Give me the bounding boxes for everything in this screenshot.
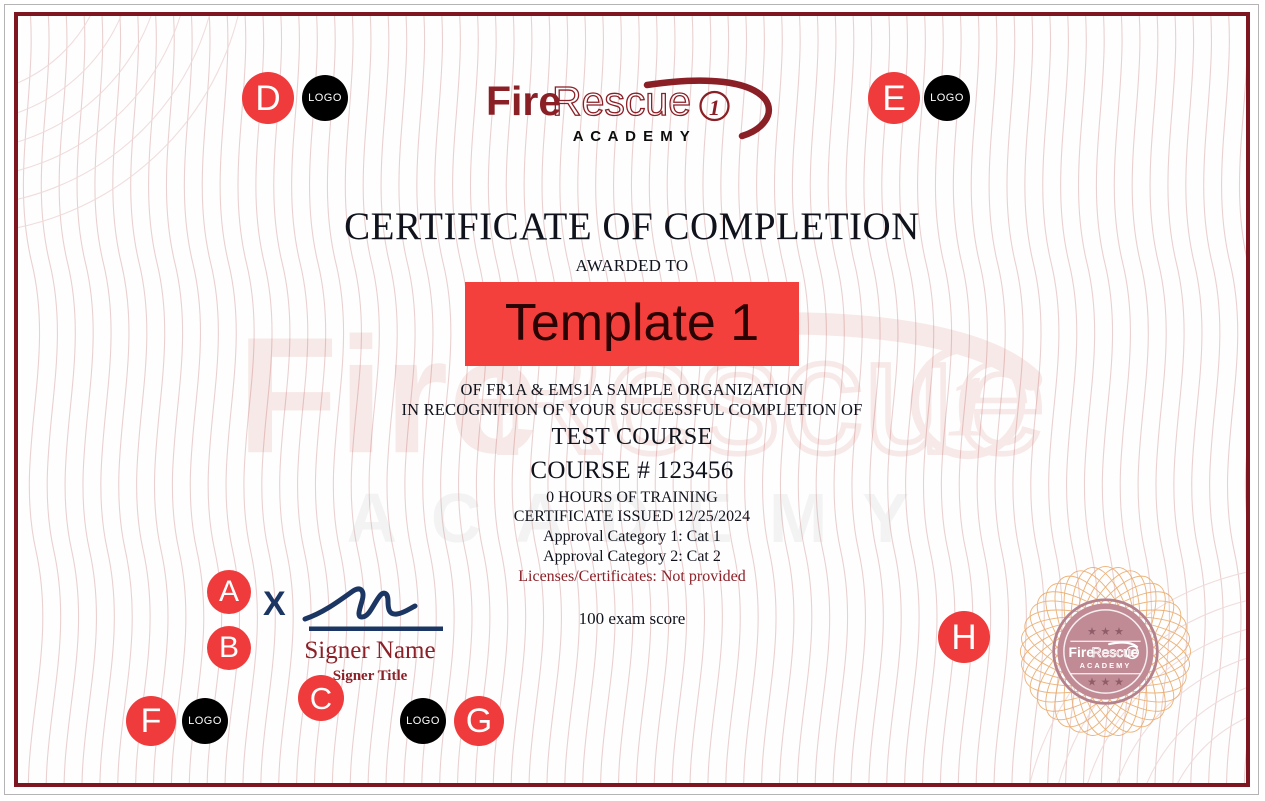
- signer-title: Signer Title: [332, 668, 408, 684]
- annotation-marker-d[interactable]: D: [242, 72, 294, 124]
- signature-squiggle-icon: [302, 586, 418, 622]
- seal-academy: ACADEMY: [1080, 661, 1132, 670]
- signature-block: X Signer Name Signer Title: [261, 579, 481, 686]
- signature-x-mark: X: [263, 585, 286, 623]
- seal-stars-bottom: ★ ★ ★: [1087, 676, 1124, 689]
- certificate-frame: Fire Rescue 1 A C A D E M Y Fire Rescue …: [14, 12, 1250, 787]
- certificate-title: CERTIFICATE OF COMPLETION: [344, 205, 920, 248]
- course-name: TEST COURSE: [551, 424, 713, 450]
- annotation-marker-b[interactable]: B: [207, 626, 251, 670]
- logo-bottom-mid[interactable]: LOGO: [400, 698, 446, 744]
- seal-stars-top: ★ ★ ★: [1087, 625, 1124, 638]
- organization-line: OF FR1A & EMS1A SAMPLE ORGANIZATION: [460, 380, 804, 399]
- recognition-line: IN RECOGNITION OF YOUR SUCCESSFUL COMPLE…: [401, 400, 863, 419]
- logo-top-right[interactable]: LOGO: [924, 75, 970, 121]
- annotation-marker-c[interactable]: C: [298, 675, 344, 721]
- annotation-marker-h[interactable]: H: [938, 611, 990, 663]
- course-number: COURSE # 123456: [530, 457, 734, 484]
- signer-name: Signer Name: [304, 637, 436, 664]
- recipient-name-container: Template 1: [18, 282, 1246, 366]
- certificate-content: Fire Rescue 1 A C A D E M Y CERTIFICATE …: [18, 16, 1246, 783]
- annotation-marker-g[interactable]: G: [454, 696, 504, 746]
- recipient-name-field[interactable]: Template 1: [464, 282, 800, 366]
- awarded-to-label: AWARDED TO: [575, 256, 689, 275]
- logo-bottom-left[interactable]: LOGO: [182, 698, 228, 744]
- annotation-marker-e[interactable]: E: [868, 72, 920, 124]
- approval-category-1: Approval Category 1: Cat 1: [543, 528, 721, 545]
- official-seal: ★ ★ ★ Fire Rescue 1 ACADEMY ★ ★ ★: [1019, 565, 1192, 738]
- logo-numeral: 1: [709, 95, 720, 120]
- issued-date: CERTIFICATE ISSUED 12/25/2024: [513, 508, 751, 525]
- firerescue1-academy-logo: Fire Rescue 1 A C A D E M Y: [486, 77, 773, 145]
- logo-fire-text: Fire: [486, 78, 561, 124]
- seal-brand-fire: Fire: [1069, 644, 1095, 660]
- seal-numeral: 1: [1130, 649, 1135, 659]
- logo-top-left[interactable]: LOGO: [302, 75, 348, 121]
- annotation-marker-f[interactable]: F: [126, 696, 176, 746]
- annotation-marker-a[interactable]: A: [207, 570, 251, 614]
- signature-mark: X: [263, 585, 443, 632]
- training-hours: 0 HOURS OF TRAINING: [546, 489, 718, 506]
- logo-academy-text: A C A D E M Y: [573, 128, 691, 145]
- certificate-page: Fire Rescue 1 A C A D E M Y Fire Rescue …: [0, 0, 1265, 801]
